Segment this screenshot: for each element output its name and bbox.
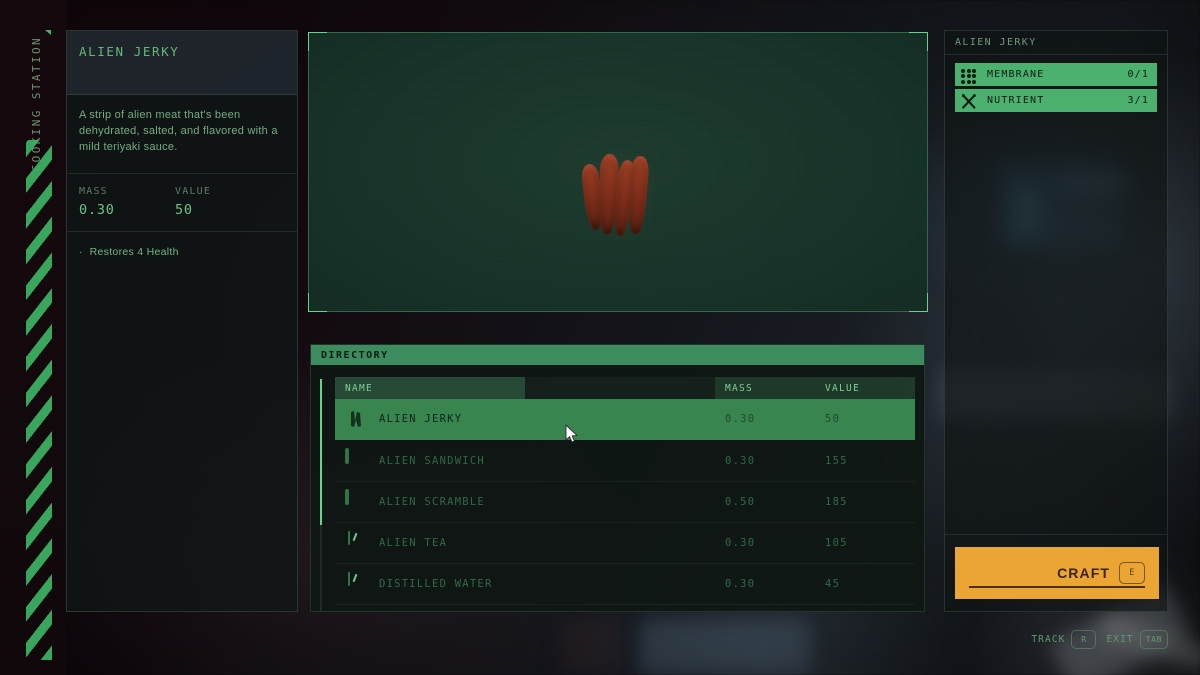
cell-blank	[525, 522, 715, 564]
ingredient-row-nutrient[interactable]: NUTRIENT 3/1	[955, 89, 1157, 112]
membrane-icon	[960, 66, 978, 84]
table-row[interactable]: DISTILLED WATER 0.30 45	[335, 563, 915, 605]
row-value: 45	[815, 563, 915, 605]
hint-track[interactable]: TRACK R	[1031, 630, 1097, 649]
row-mass: 0.30	[715, 440, 815, 482]
item-description-block: A strip of alien meat that's been dehydr…	[67, 95, 297, 174]
item-stats-block: MASS 0.30 VALUE 50	[67, 174, 297, 232]
sandwich-icon	[345, 447, 367, 472]
row-mass: 0.30	[715, 522, 815, 564]
cell-name: ALIEN SANDWICH	[335, 440, 525, 482]
hazard-stripes-icon	[26, 140, 52, 660]
frame-corner-bracket-icon	[308, 32, 327, 51]
cell-blank	[525, 563, 715, 605]
row-value: 105	[815, 522, 915, 564]
directory-panel: DIRECTORY NAME MASS VALUE ALIEN JERKY 0.…	[310, 344, 925, 612]
directory-header-label: DIRECTORY	[321, 349, 389, 361]
directory-header: DIRECTORY	[311, 345, 924, 365]
ingredient-label: MEMBRANE	[987, 69, 1045, 80]
hint-track-label: TRACK	[1031, 634, 1066, 645]
table-row[interactable]: ALIEN TEA 0.30 105	[335, 522, 915, 564]
row-name: ALIEN SANDWICH	[379, 454, 486, 467]
item-preview-pane	[308, 32, 928, 312]
stat-value-value: 50	[175, 202, 193, 218]
row-name: ALIEN TEA	[379, 536, 448, 549]
tea-cup-icon	[345, 530, 367, 554]
row-value: 50	[815, 399, 915, 440]
directory-body: NAME MASS VALUE ALIEN JERKY 0.30 50 ALIE…	[311, 365, 924, 615]
hint-exit[interactable]: EXIT TAB	[1106, 630, 1168, 649]
row-name: DISTILLED WATER	[379, 577, 493, 590]
stat-value: VALUE 50	[175, 186, 271, 218]
scramble-icon	[345, 488, 367, 513]
ingredient-row-membrane[interactable]: MEMBRANE 0/1	[955, 63, 1157, 86]
row-value: 155	[815, 440, 915, 482]
cell-blank	[525, 399, 715, 440]
frame-corner-bracket-icon	[308, 293, 327, 312]
item-title: ALIEN JERKY	[79, 44, 180, 59]
table-row[interactable]: ALIEN SCRAMBLE 0.50 185	[335, 481, 915, 523]
stat-mass: MASS 0.30	[79, 186, 175, 218]
row-value: 185	[815, 481, 915, 523]
table-row[interactable]: ALIEN SANDWICH 0.30 155	[335, 440, 915, 482]
cell-name: ALIEN JERKY	[335, 399, 525, 440]
item-effects-block: · Restores 4 Health	[67, 232, 297, 272]
table-row[interactable]: ALIEN JERKY 0.30 50	[335, 399, 915, 440]
footer-hints: TRACK R EXIT TAB	[1031, 630, 1168, 649]
craft-key-hint: E	[1119, 562, 1145, 584]
ingredient-count: 3/1	[1127, 95, 1149, 106]
ingredient-list: MEMBRANE 0/1 NUTRIENT 3/1	[945, 55, 1167, 112]
ingredient-label: NUTRIENT	[987, 95, 1045, 106]
left-rail: COOKING STATION	[0, 0, 66, 675]
collapse-arrow-icon	[45, 30, 51, 35]
craft-button-label: CRAFT	[1057, 565, 1110, 581]
stat-value-label: VALUE	[175, 186, 212, 197]
hint-exit-key: TAB	[1139, 630, 1168, 649]
column-header-blank	[525, 377, 715, 399]
hint-exit-label: EXIT	[1106, 634, 1134, 645]
item-title-block: ALIEN JERKY	[67, 31, 297, 95]
cell-blank	[525, 481, 715, 523]
item-info-panel: ALIEN JERKY A strip of alien meat that's…	[66, 30, 298, 612]
jerky-icon	[345, 408, 367, 430]
craft-button[interactable]: CRAFT E	[955, 547, 1159, 599]
row-mass: 0.30	[715, 563, 815, 605]
effect-text: Restores 4 Health	[89, 246, 179, 258]
row-mass: 0.30	[715, 399, 815, 440]
cell-name: ALIEN SCRAMBLE	[335, 481, 525, 523]
column-header-name[interactable]: NAME	[335, 377, 525, 399]
recipe-divider	[945, 534, 1167, 535]
recipe-title: ALIEN JERKY	[955, 37, 1037, 48]
item-description: A strip of alien meat that's been dehydr…	[79, 109, 278, 153]
stat-mass-label: MASS	[79, 186, 108, 197]
row-name: ALIEN JERKY	[379, 413, 463, 426]
cell-name: ALIEN TEA	[335, 522, 525, 564]
effect-item: · Restores 4 Health	[79, 246, 285, 258]
row-mass: 0.50	[715, 481, 815, 523]
ingredient-count: 0/1	[1127, 69, 1149, 80]
craft-progress-bar	[969, 586, 1145, 588]
recipe-panel: ALIEN JERKY MEMBRANE 0/1 NUTRIENT 3/1 CR…	[944, 30, 1168, 612]
stat-mass-value: 0.30	[79, 202, 115, 218]
cell-name: DISTILLED WATER	[335, 563, 525, 605]
cell-blank	[525, 440, 715, 482]
nutrient-icon	[960, 92, 978, 110]
column-header-value[interactable]: VALUE	[815, 377, 915, 399]
recipe-header: ALIEN JERKY	[945, 31, 1167, 55]
hint-track-key: R	[1071, 630, 1097, 649]
frame-corner-bracket-icon	[909, 32, 928, 51]
table-header-row: NAME MASS VALUE	[335, 377, 915, 399]
bullet-icon: ·	[79, 247, 83, 258]
cooking-station-screen: COOKING STATION ALIEN JERKY A strip of a…	[0, 0, 1200, 675]
frame-corner-bracket-icon	[909, 293, 928, 312]
directory-scrollbar-thumb[interactable]	[320, 379, 322, 525]
row-name: ALIEN SCRAMBLE	[379, 495, 486, 508]
column-header-mass[interactable]: MASS	[715, 377, 815, 399]
directory-table: NAME MASS VALUE ALIEN JERKY 0.30 50 ALIE…	[335, 377, 915, 605]
water-bottle-icon	[345, 571, 367, 595]
preview-border	[308, 32, 928, 312]
